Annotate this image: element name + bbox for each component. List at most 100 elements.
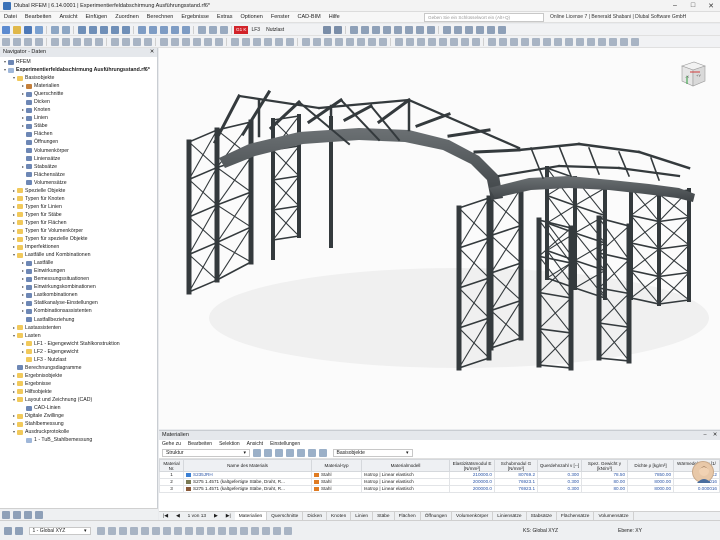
maximize-icon[interactable]: □ (684, 2, 702, 10)
steel-member[interactable] (489, 224, 523, 237)
steel-member[interactable] (216, 204, 252, 228)
minimize-icon[interactable]: – (700, 431, 710, 440)
steel-member[interactable] (188, 166, 218, 218)
tool-icon[interactable] (367, 37, 376, 46)
tree-item[interactable]: Flächen (0, 130, 157, 138)
tree-item[interactable]: 1 - TuB_Stahlbemessung (0, 436, 157, 444)
steel-member[interactable] (272, 205, 300, 211)
cell-rho[interactable]: 7850.00 (627, 471, 674, 479)
tool-icon[interactable] (241, 37, 250, 46)
view-cube[interactable]: -X +Y (678, 58, 708, 90)
prev-loadcase-icon[interactable] (322, 25, 331, 34)
steel-member[interactable] (187, 278, 219, 294)
cell-nu[interactable]: 0.300 (537, 478, 582, 486)
cell-nu[interactable]: 0.300 (537, 471, 582, 479)
tool-icon[interactable] (471, 37, 480, 46)
tool-icon[interactable] (360, 25, 369, 34)
tool-icon[interactable] (404, 25, 413, 34)
tree-item[interactable]: ▸ LF1 - Eigengewicht Stahlkonstruktion (0, 340, 157, 348)
tree-item[interactable]: ▸ Linien (0, 114, 157, 122)
tool-icon[interactable] (475, 25, 484, 34)
tool-icon[interactable] (184, 526, 193, 535)
steel-member[interactable] (630, 220, 660, 244)
filter-dropdown[interactable]: Struktur ▾ (162, 449, 250, 457)
tool-icon[interactable] (308, 449, 316, 457)
col-rho[interactable]: Dichte ρ [kg/m³] (627, 459, 674, 472)
tool-icon[interactable] (405, 37, 414, 46)
filter-icon[interactable] (181, 25, 190, 34)
open-file-icon[interactable] (12, 25, 21, 34)
tool-icon[interactable] (323, 37, 332, 46)
tool-icon[interactable] (50, 37, 59, 46)
tree-item[interactable]: ▸ Typen für Linien (0, 203, 157, 211)
tree-item[interactable]: ▸ Statikanalyse-Einstellungen (0, 299, 157, 307)
design-icon[interactable] (159, 25, 168, 34)
cell-rho[interactable]: 8000.00 (627, 485, 674, 493)
tool-icon[interactable] (239, 526, 248, 535)
tool-icon[interactable] (23, 37, 32, 46)
tool-icon[interactable] (520, 37, 529, 46)
cell-g[interactable]: 76923.1 (494, 485, 538, 493)
steel-member[interactable] (306, 97, 344, 125)
tree-item[interactable]: Flächensätze (0, 171, 157, 179)
results-icon[interactable] (121, 25, 130, 34)
tool-icon[interactable] (542, 37, 551, 46)
tool-icon[interactable] (345, 37, 354, 46)
tool-icon[interactable] (356, 37, 365, 46)
tool-icon[interactable] (416, 37, 425, 46)
select-icon[interactable] (77, 25, 86, 34)
zoom-icon[interactable] (88, 25, 97, 34)
tool-icon[interactable] (575, 37, 584, 46)
steel-member[interactable] (630, 248, 660, 272)
category-dropdown[interactable]: Basisobjekte ▾ (332, 449, 413, 457)
tool-icon[interactable] (553, 37, 562, 46)
menu-optionen[interactable]: Optionen (237, 14, 267, 20)
steel-member[interactable] (458, 197, 490, 249)
tool-icon[interactable] (427, 37, 436, 46)
steel-member[interactable] (574, 187, 606, 207)
steel-member[interactable] (546, 204, 576, 224)
tool-icon[interactable] (597, 37, 606, 46)
tool-icon[interactable] (83, 37, 92, 46)
cell-alpha[interactable]: 0.000016 (673, 485, 720, 493)
steel-member[interactable] (517, 142, 581, 152)
steel-member[interactable] (188, 204, 218, 256)
tool-icon[interactable] (460, 37, 469, 46)
tool-icon[interactable] (264, 449, 272, 457)
steel-member[interactable] (497, 164, 561, 178)
steel-member[interactable] (577, 142, 641, 154)
tool-icon[interactable] (371, 25, 380, 34)
steel-member[interactable] (215, 260, 253, 282)
tool-icon[interactable] (208, 25, 217, 34)
tool-icon[interactable] (486, 25, 495, 34)
tool-icon[interactable] (96, 526, 105, 535)
tool-icon[interactable] (230, 37, 239, 46)
tool-icon[interactable] (415, 25, 424, 34)
tree-item[interactable]: ▾ Experimentierfeldabschirmung Ausführung… (0, 66, 157, 74)
model-viewport[interactable]: -X +Y (159, 48, 720, 429)
steel-member[interactable] (649, 156, 661, 182)
save-icon[interactable] (23, 25, 32, 34)
tool-icon[interactable] (94, 37, 103, 46)
display-tab-icon[interactable] (12, 510, 21, 519)
cell-type[interactable]: Stahl (311, 485, 362, 493)
steel-member[interactable] (658, 216, 690, 223)
cell-model[interactable]: Isotrop | Linear elastisch (361, 478, 450, 486)
cell-e[interactable]: 200000.0 (449, 485, 495, 493)
tool-icon[interactable] (442, 25, 451, 34)
loads-icon[interactable] (148, 25, 157, 34)
view-icon[interactable] (170, 25, 179, 34)
steel-member[interactable] (272, 235, 300, 241)
tool-icon[interactable] (159, 37, 168, 46)
col-gamma[interactable]: Spez. Gewicht γ [kN/m³] (581, 459, 628, 472)
tool-icon[interactable] (297, 449, 305, 457)
calculate-icon[interactable] (110, 25, 119, 34)
tool-icon[interactable] (250, 526, 259, 535)
tool-icon[interactable] (394, 37, 403, 46)
tool-icon[interactable] (498, 37, 507, 46)
tree-item[interactable]: ▸ Digitale Zwillinge (0, 412, 157, 420)
cell-name[interactable]: S275 1.4571 (kaltgefertigte Stäbe, Draht… (183, 478, 312, 486)
tree-item[interactable]: Volumensätze (0, 179, 157, 187)
steel-member[interactable] (272, 205, 300, 241)
steel-member[interactable] (317, 98, 411, 110)
